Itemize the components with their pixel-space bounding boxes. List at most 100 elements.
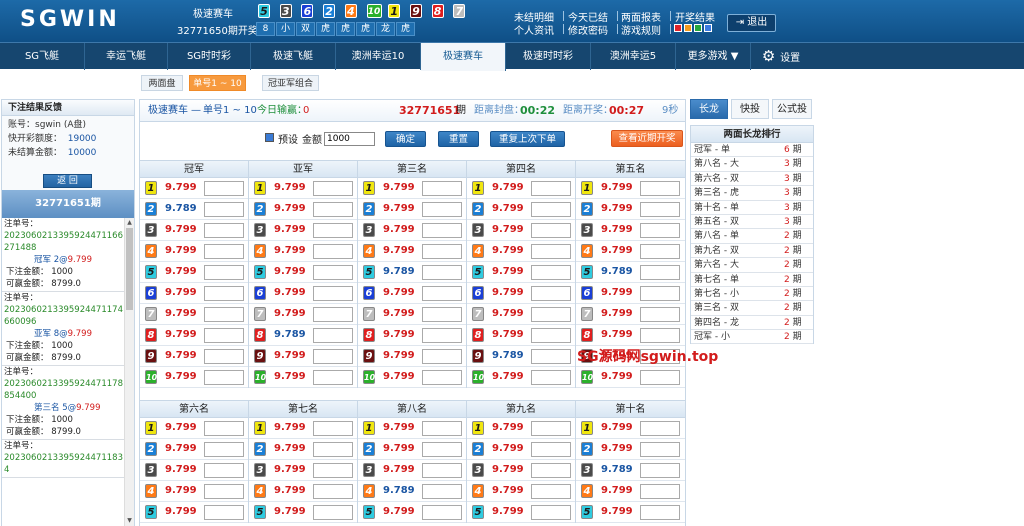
- odds-row[interactable]: 1 9.799: [249, 418, 357, 439]
- nav-item[interactable]: 极速飞艇: [251, 43, 336, 70]
- odds-row[interactable]: 7 9.799: [576, 304, 685, 325]
- odds-row[interactable]: 1 9.799: [576, 418, 685, 439]
- odds-row[interactable]: 9 9.799: [249, 346, 357, 367]
- odds-row[interactable]: 10 9.799: [140, 367, 248, 388]
- odds-row[interactable]: 5 9.799: [576, 502, 685, 523]
- odds-row[interactable]: 2 9.799: [467, 199, 575, 220]
- bet-amount-input[interactable]: [313, 421, 353, 436]
- bet-amount-input[interactable]: [531, 202, 571, 217]
- bet-amount-input[interactable]: [531, 181, 571, 196]
- reset-button[interactable]: 重置: [438, 131, 479, 147]
- logout-button[interactable]: ⇥ 退出: [727, 14, 776, 32]
- nav-item[interactable]: 极速时时彩: [506, 43, 591, 70]
- odds-row[interactable]: 9 9.789: [467, 346, 575, 367]
- bet-amount-input[interactable]: [422, 505, 462, 520]
- bet-amount-input[interactable]: [313, 505, 353, 520]
- odds-row[interactable]: 3 9.799: [358, 220, 466, 241]
- odds-row[interactable]: 8 9.799: [467, 325, 575, 346]
- bet-amount-input[interactable]: [531, 442, 571, 457]
- odds-row[interactable]: 6 9.799: [249, 283, 357, 304]
- bet-amount-input[interactable]: [422, 202, 462, 217]
- bet-amount-input[interactable]: [422, 244, 462, 259]
- odds-row[interactable]: 3 9.799: [358, 460, 466, 481]
- bet-amount-input[interactable]: [313, 265, 353, 280]
- odds-row[interactable]: 5 9.799: [140, 502, 248, 523]
- bet-amount-input[interactable]: [422, 265, 462, 280]
- odds-row[interactable]: 2 9.799: [358, 439, 466, 460]
- theme-color-swatch[interactable]: [694, 24, 702, 32]
- odds-row[interactable]: 4 9.799: [249, 241, 357, 262]
- bet-amount-input[interactable]: [531, 421, 571, 436]
- odds-row[interactable]: 6 9.799: [576, 283, 685, 304]
- odds-row[interactable]: 3 9.799: [249, 460, 357, 481]
- odds-row[interactable]: 4 9.799: [576, 241, 685, 262]
- tab-single-number[interactable]: 单号1 ~ 10: [189, 75, 246, 91]
- odds-row[interactable]: 8 9.799: [140, 325, 248, 346]
- bet-amount-input[interactable]: [313, 328, 353, 343]
- bet-amount-input[interactable]: [422, 286, 462, 301]
- odds-row[interactable]: 7 9.799: [249, 304, 357, 325]
- bet-amount-input[interactable]: [204, 286, 244, 301]
- bet-amount-input[interactable]: [640, 181, 680, 196]
- odds-row[interactable]: 1 9.799: [249, 178, 357, 199]
- odds-row[interactable]: 3 9.789: [576, 460, 685, 481]
- theme-color-swatch[interactable]: [704, 24, 712, 32]
- bet-amount-input[interactable]: [204, 202, 244, 217]
- bet-amount-input[interactable]: [640, 307, 680, 322]
- bet-amount-input[interactable]: [204, 484, 244, 499]
- nav-item[interactable]: 幸运飞艇: [85, 43, 168, 70]
- bet-amount-input[interactable]: [531, 307, 571, 322]
- bet-amount-input[interactable]: [531, 349, 571, 364]
- odds-row[interactable]: 5 9.799: [467, 262, 575, 283]
- bet-amount-input[interactable]: [640, 286, 680, 301]
- bet-amount-input[interactable]: [531, 223, 571, 238]
- odds-row[interactable]: 2 9.799: [140, 439, 248, 460]
- bet-amount-input[interactable]: [313, 307, 353, 322]
- odds-row[interactable]: 4 9.799: [249, 481, 357, 502]
- bet-amount-input[interactable]: [422, 223, 462, 238]
- bet-amount-input[interactable]: [204, 223, 244, 238]
- nav-item[interactable]: 澳洲幸运10: [336, 43, 421, 70]
- odds-row[interactable]: 3 9.799: [467, 220, 575, 241]
- odds-row[interactable]: 7 9.799: [140, 304, 248, 325]
- nav-item[interactable]: 澳洲幸运5: [591, 43, 676, 70]
- bet-amount-input[interactable]: [204, 442, 244, 457]
- header-link[interactable]: 个人资讯: [514, 22, 554, 37]
- bet-amount-input[interactable]: [531, 370, 571, 385]
- odds-row[interactable]: 6 9.799: [140, 283, 248, 304]
- bet-amount-input[interactable]: [422, 484, 462, 499]
- odds-row[interactable]: 2 9.799: [249, 199, 357, 220]
- tab-champion-combo[interactable]: 冠亚军组合: [262, 75, 319, 91]
- odds-row[interactable]: 5 9.799: [249, 502, 357, 523]
- bet-amount-input[interactable]: [640, 442, 680, 457]
- odds-row[interactable]: 5 9.799: [358, 502, 466, 523]
- bet-amount-input[interactable]: [204, 244, 244, 259]
- bet-amount-input[interactable]: [313, 442, 353, 457]
- odds-row[interactable]: 5 9.799: [467, 502, 575, 523]
- odds-row[interactable]: 3 9.799: [467, 460, 575, 481]
- bet-amount-input[interactable]: [204, 505, 244, 520]
- bet-amount-input[interactable]: [531, 265, 571, 280]
- odds-row[interactable]: 5 9.789: [358, 262, 466, 283]
- scroll-down-icon[interactable]: ▼: [125, 516, 134, 526]
- bet-amount-input[interactable]: [640, 484, 680, 499]
- bet-amount-input[interactable]: [640, 202, 680, 217]
- bet-amount-input[interactable]: [313, 181, 353, 196]
- bet-amount-input[interactable]: [531, 505, 571, 520]
- nav-item[interactable]: 更多游戏 ▼: [676, 43, 751, 70]
- bet-amount-input[interactable]: [640, 421, 680, 436]
- bet-amount-input[interactable]: [531, 328, 571, 343]
- theme-color-swatch[interactable]: [674, 24, 682, 32]
- scroll-up-icon[interactable]: ▲: [125, 218, 134, 228]
- odds-row[interactable]: 8 9.789: [249, 325, 357, 346]
- odds-row[interactable]: 5 9.799: [249, 262, 357, 283]
- bet-amount-input[interactable]: [422, 307, 462, 322]
- header-link[interactable]: 游戏规则: [621, 22, 661, 37]
- odds-row[interactable]: 7 9.799: [358, 304, 466, 325]
- bet-amount-input[interactable]: [531, 484, 571, 499]
- nav-item[interactable]: 极速赛车: [421, 43, 506, 71]
- odds-row[interactable]: 5 9.789: [576, 262, 685, 283]
- odds-row[interactable]: 6 9.799: [358, 283, 466, 304]
- header-link[interactable]: 开奖结果: [675, 9, 715, 24]
- odds-row[interactable]: 1 9.799: [140, 178, 248, 199]
